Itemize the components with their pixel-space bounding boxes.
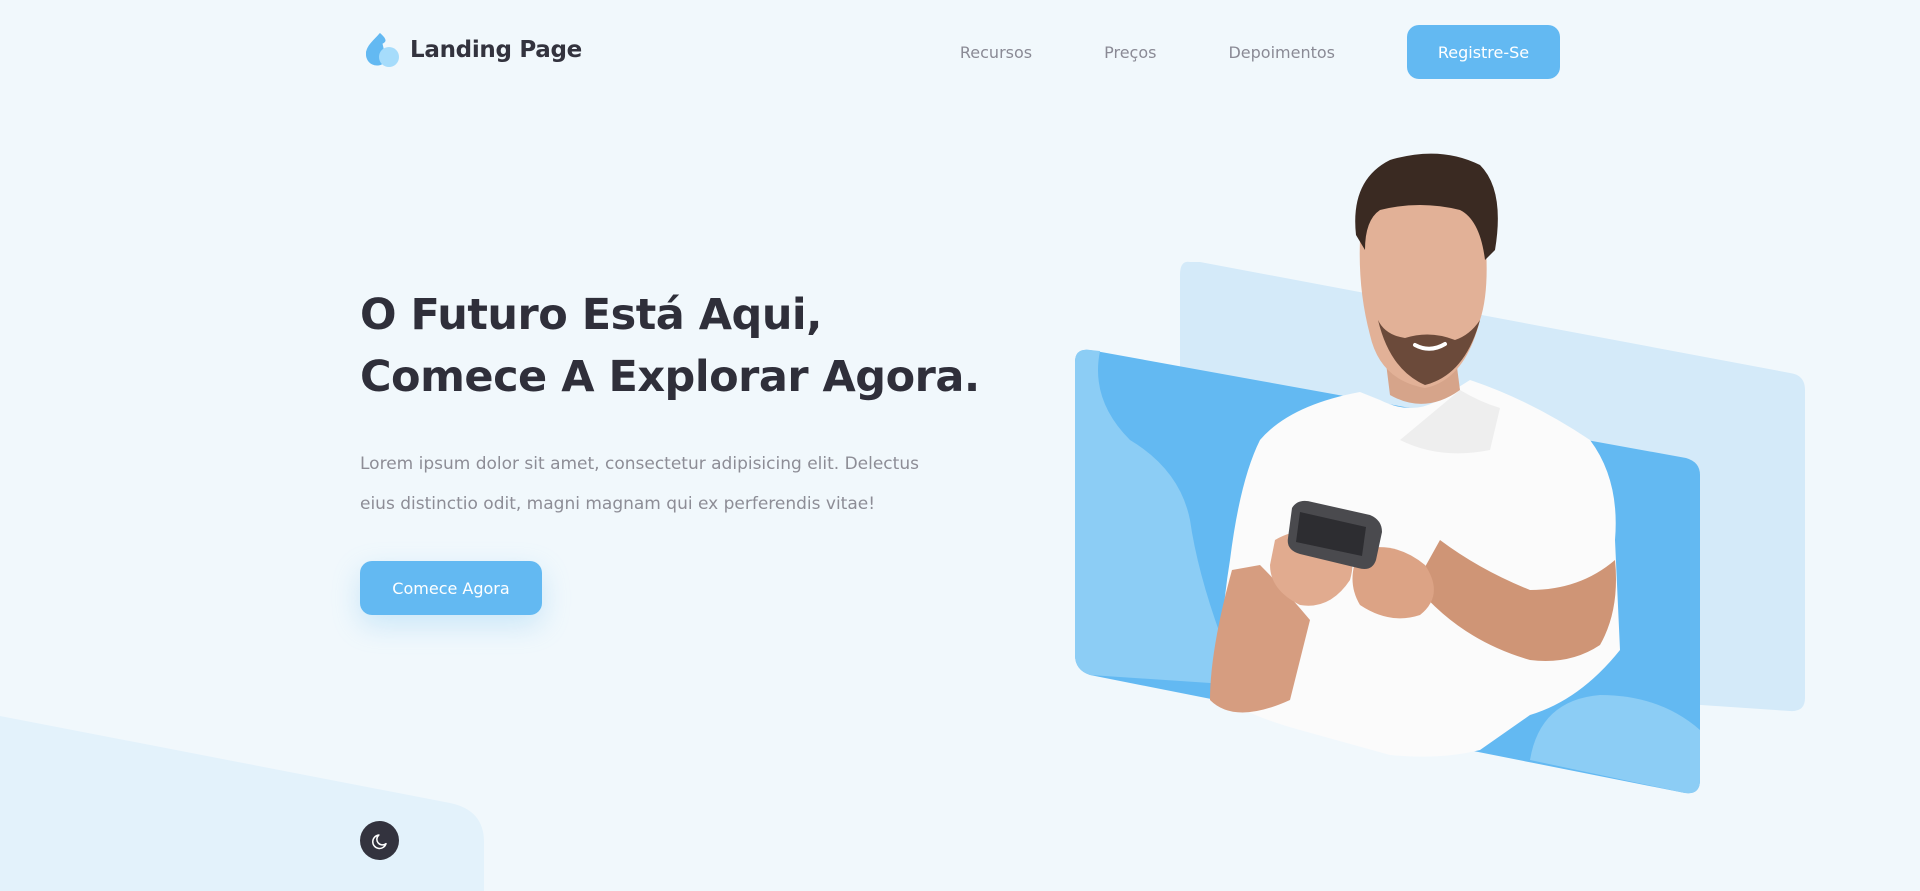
site-header: Landing Page Recursos Preços Depoimentos… xyxy=(360,24,1560,80)
hero-title: O Futuro Está Aqui, Comece A Explorar Ag… xyxy=(360,284,1000,408)
register-button[interactable]: Registre-Se xyxy=(1407,25,1560,79)
start-now-button[interactable]: Comece Agora xyxy=(360,561,542,615)
brand-name: Landing Page xyxy=(410,37,582,63)
hero-description-line-2: eius distinctio odit, magni magnam qui e… xyxy=(360,494,876,514)
nav-link-depoimentos[interactable]: Depoimentos xyxy=(1228,43,1335,62)
logo[interactable]: Landing Page xyxy=(360,28,582,72)
hero-title-line-1: O Futuro Está Aqui, xyxy=(360,290,823,340)
theme-toggle-button[interactable] xyxy=(360,821,399,860)
hero-description-line-1: Lorem ipsum dolor sit amet, consectetur … xyxy=(360,454,919,474)
nav-link-recursos[interactable]: Recursos xyxy=(960,43,1032,62)
moon-icon xyxy=(371,833,387,849)
nav-link-precos[interactable]: Preços xyxy=(1104,43,1156,62)
main-nav: Recursos Preços Depoimentos Registre-Se xyxy=(960,24,1560,80)
hero-title-line-2: Comece A Explorar Agora. xyxy=(360,352,980,402)
water-drop-icon xyxy=(365,33,399,67)
hero-description: Lorem ipsum dolor sit amet, consectetur … xyxy=(360,444,960,524)
hero-illustration xyxy=(1075,153,1805,794)
